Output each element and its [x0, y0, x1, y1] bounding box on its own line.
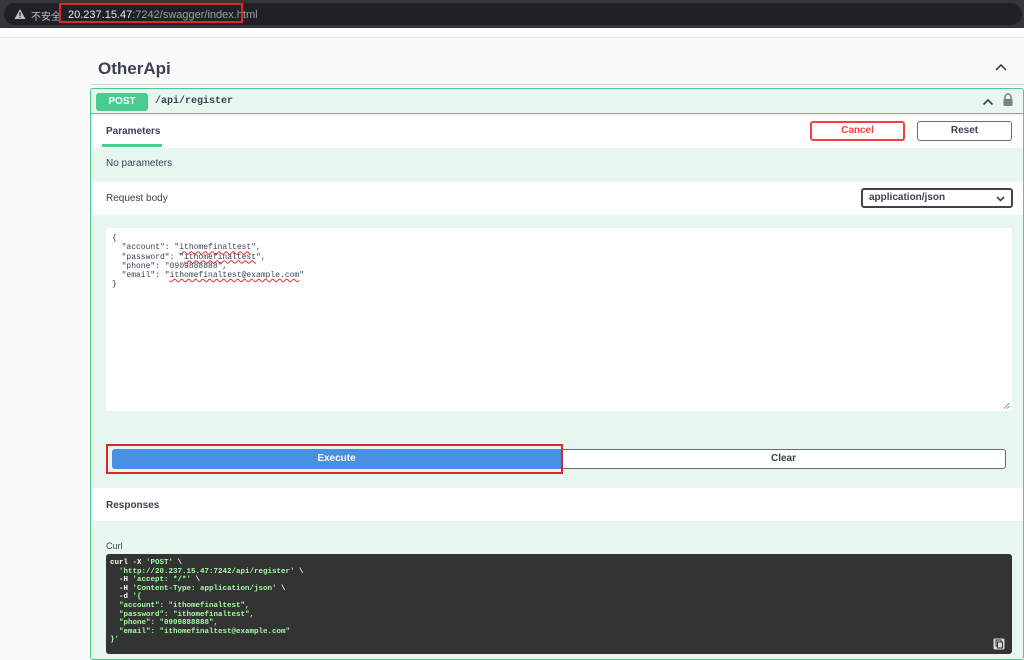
- curl-string: "email": "ithomefinaltest@example.com": [110, 627, 291, 636]
- body-line: ": [299, 271, 305, 281]
- body-line: {: [112, 234, 117, 243]
- curl-text: \: [294, 567, 304, 576]
- execute-highlight-box: [106, 444, 563, 474]
- section-title[interactable]: OtherApi: [98, 59, 171, 79]
- curl-text: \: [191, 576, 201, 585]
- request-body-editor[interactable]: { "account": "ithomefinaltest", "passwor…: [106, 228, 1012, 411]
- chevron-up-icon[interactable]: [994, 60, 1008, 74]
- curl-text: -H: [110, 584, 133, 593]
- curl-string: 'Content-Type: application/json': [132, 584, 277, 593]
- insecure-label[interactable]: 不安全: [31, 8, 61, 23]
- curl-text: -d: [110, 593, 133, 602]
- body-line: "email": ": [112, 271, 170, 281]
- curl-text: [110, 568, 119, 576]
- spell-error-word: ithomefinaltest: [184, 252, 257, 262]
- request-body-header: Request body application/json: [92, 182, 1023, 215]
- curl-string: }': [110, 636, 120, 645]
- chevron-down-icon: [996, 196, 1005, 202]
- curl-command-block[interactable]: curl -X 'POST' \ 'http://20.237.15.47:72…: [106, 554, 1012, 654]
- responses-header: Responses: [92, 488, 1023, 521]
- curl-text: -H: [110, 576, 133, 585]
- tab-parameters[interactable]: Parameters: [106, 126, 160, 137]
- tab-underline: [102, 144, 162, 147]
- body-line: ",: [251, 243, 261, 253]
- chevron-up-icon[interactable]: [982, 96, 994, 108]
- operation-summary[interactable]: POST /api/register: [91, 89, 1023, 114]
- curl-string: 'accept: */*': [132, 576, 192, 585]
- curl-string: '{: [132, 593, 142, 602]
- curl-text: curl -X: [110, 559, 147, 567]
- header-strip: [0, 28, 1024, 38]
- spell-error-word: ithomefinaltest: [179, 243, 252, 253]
- copy-icon[interactable]: [993, 638, 1005, 650]
- spell-error-word: ithomefinaltest@example.com: [169, 271, 300, 281]
- request-body-label: Request body: [106, 193, 168, 204]
- curl-text: \: [276, 584, 286, 593]
- warning-icon[interactable]: [14, 8, 26, 20]
- curl-string: 'POST': [146, 559, 174, 567]
- lock-icon[interactable]: [1002, 93, 1014, 107]
- body-line: ",: [256, 252, 266, 262]
- curl-string: "password": "ithomefinaltest",: [110, 610, 255, 619]
- url-highlight-box: [59, 3, 243, 23]
- curl-string: 'http://20.237.15.47:7242/api/register': [119, 567, 295, 576]
- clear-button[interactable]: Clear: [561, 449, 1006, 469]
- no-parameters-text: No parameters: [106, 158, 173, 169]
- body-line: }: [112, 280, 117, 290]
- curl-string: "account": "ithomefinaltest",: [110, 601, 250, 610]
- parameters-header: Parameters Cancel Reset: [92, 115, 1023, 148]
- body-line: "phone": "0909888888",: [112, 261, 228, 271]
- browser-toolbar: 不安全 20.237.15.47:7242/swagger/index.html: [0, 0, 1024, 28]
- responses-label: Responses: [106, 500, 160, 511]
- content-type-value: application/json: [869, 192, 946, 203]
- curl-text: \: [173, 559, 183, 567]
- curl-string: "phone": "0909888888",: [110, 619, 219, 628]
- method-badge: POST: [96, 93, 148, 111]
- section-divider: [90, 84, 1024, 85]
- operation-block: POST /api/register Parameters Cancel Res…: [90, 88, 1024, 660]
- operation-path: /api/register: [155, 96, 234, 107]
- reset-button[interactable]: Reset: [917, 121, 1012, 141]
- content-type-select[interactable]: application/json: [861, 188, 1013, 208]
- cancel-button[interactable]: Cancel: [810, 121, 905, 141]
- curl-label: Curl: [106, 541, 123, 551]
- resize-grip-icon[interactable]: [1003, 402, 1010, 409]
- body-line: "account": ": [112, 243, 180, 253]
- body-line: "password": ": [112, 252, 185, 262]
